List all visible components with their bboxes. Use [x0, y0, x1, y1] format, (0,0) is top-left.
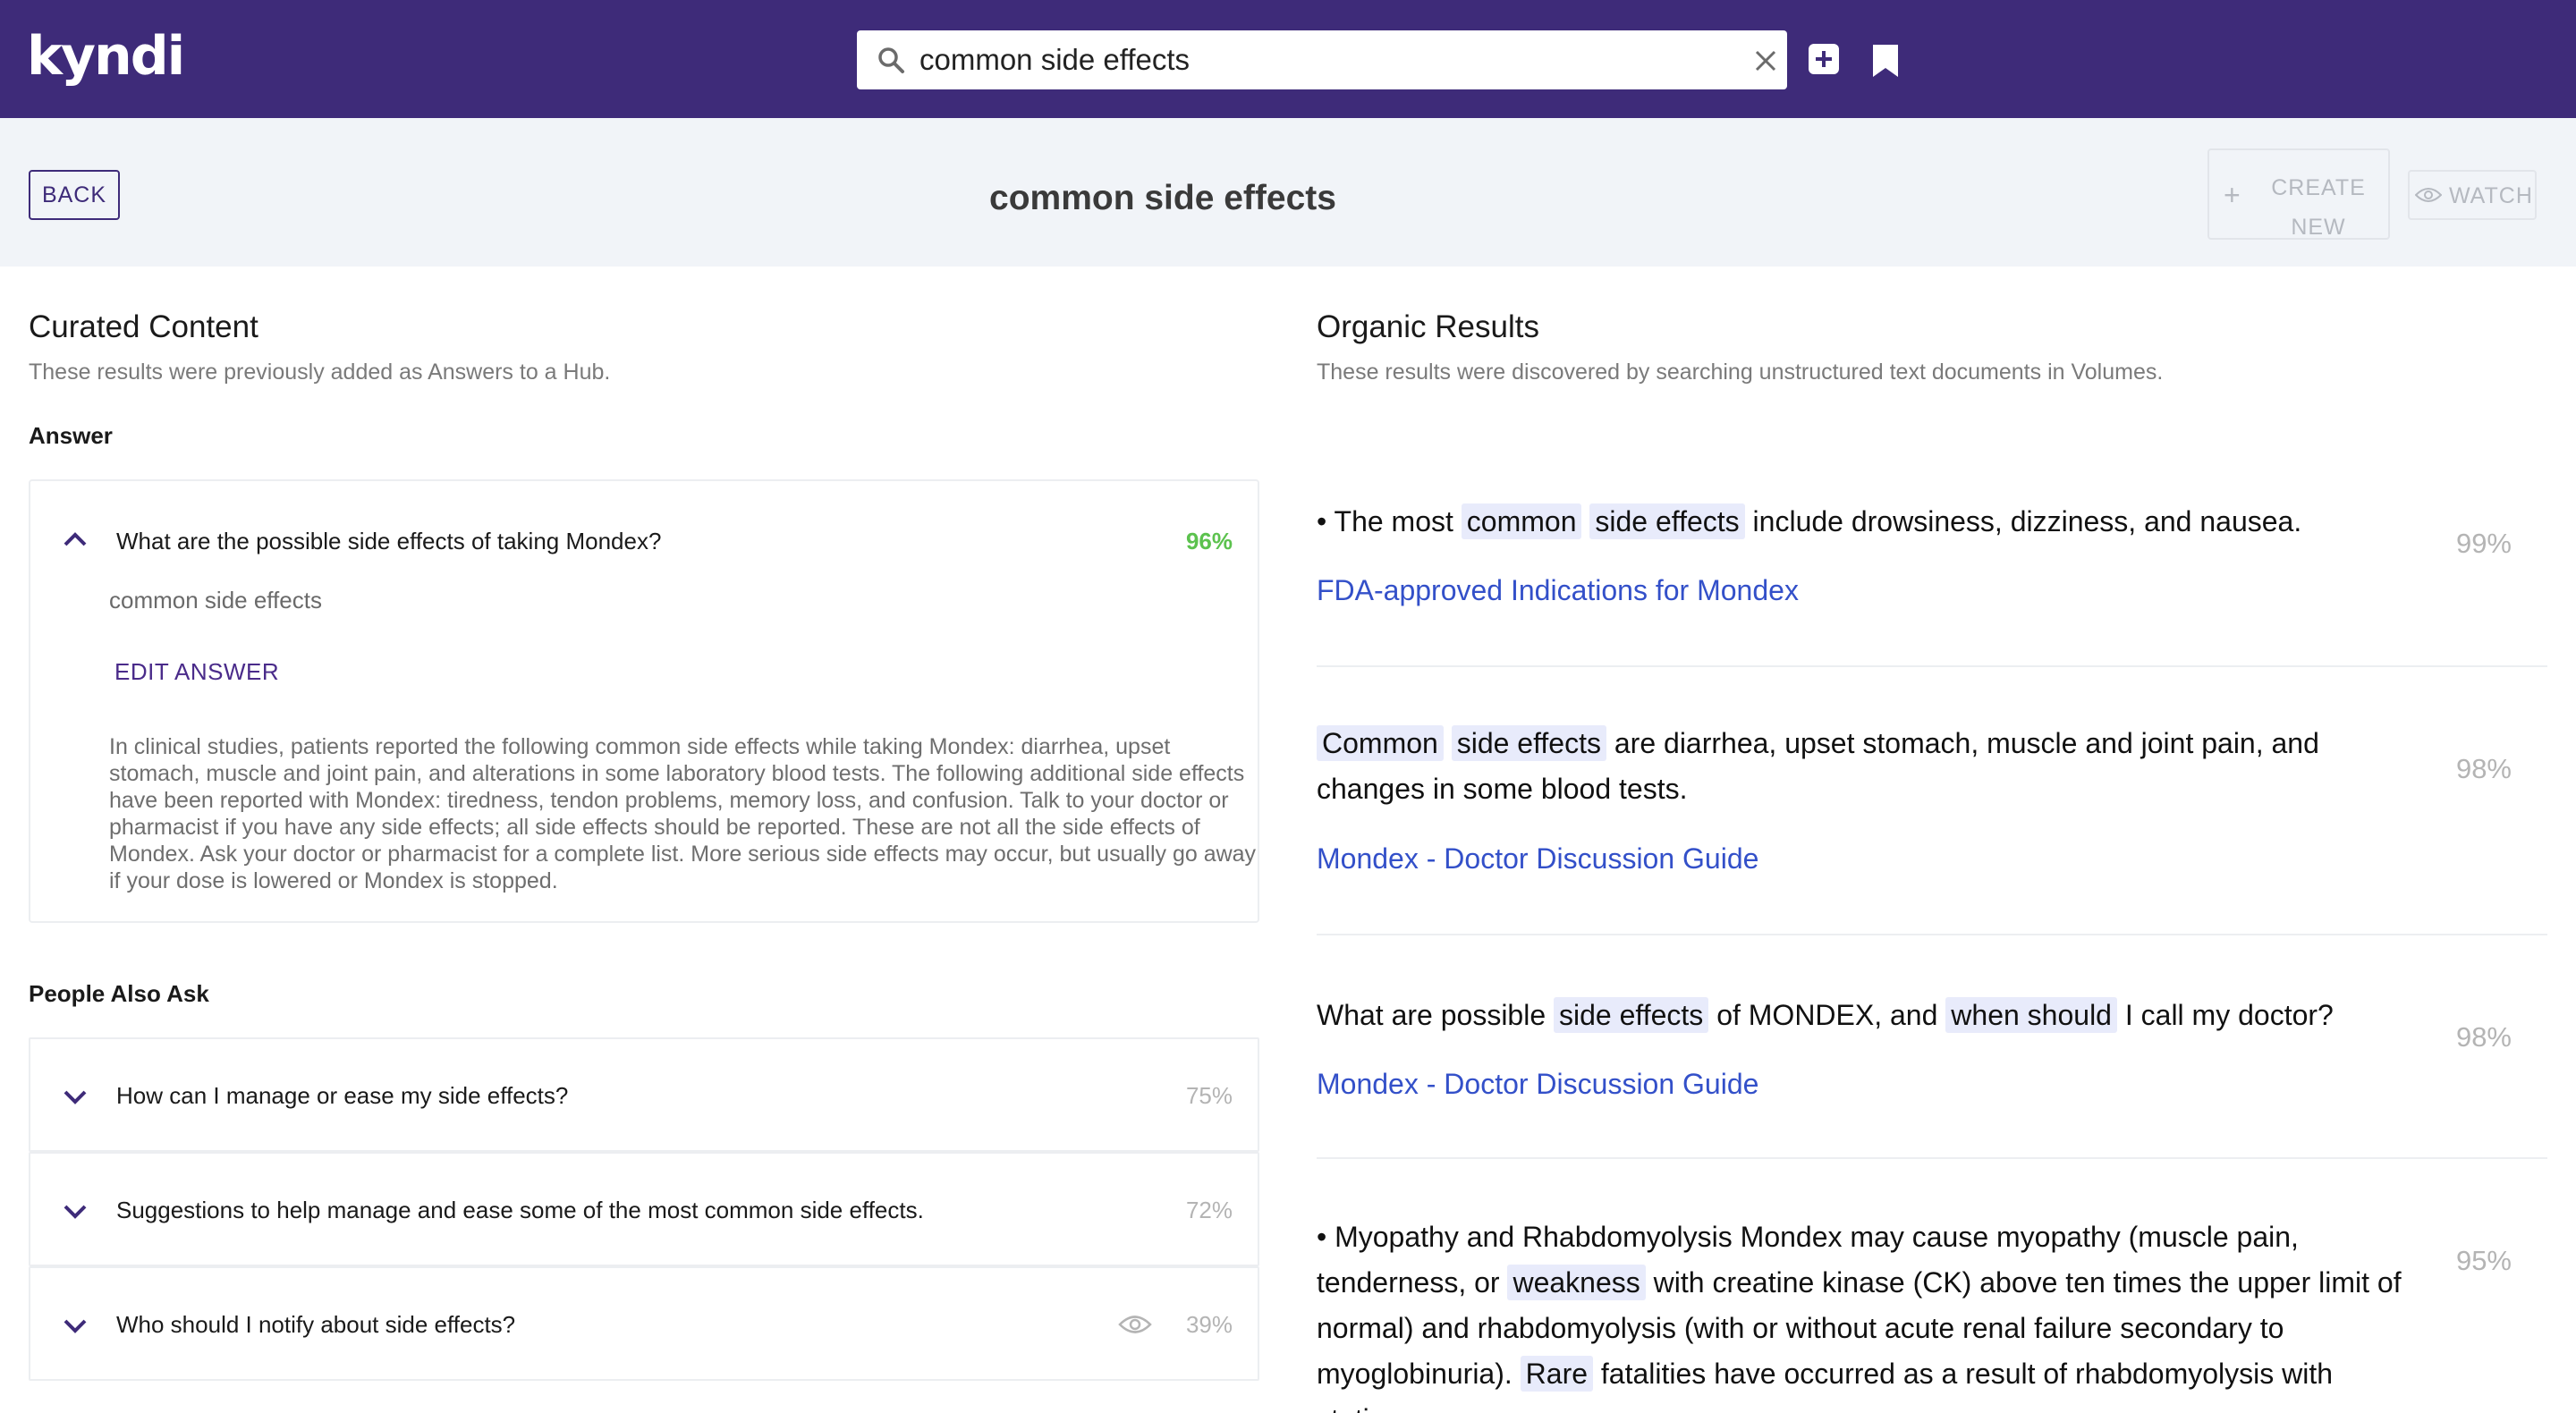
- create-new-label: CREATE NEW: [2271, 175, 2366, 240]
- chevron-down-icon[interactable]: [63, 1318, 88, 1334]
- highlighted-term: side effects: [1554, 997, 1709, 1033]
- highlighted-term: Rare: [1520, 1356, 1594, 1392]
- result-snippet: • Myopathy and Rhabdomyolysis Mondex may…: [1317, 1214, 2408, 1413]
- watch-label: WATCH: [2449, 183, 2533, 208]
- paa-item[interactable]: Who should I notify about side effects? …: [29, 1266, 1259, 1381]
- back-button[interactable]: BACK: [29, 170, 120, 220]
- curated-content-subtitle: These results were previously added as A…: [29, 360, 611, 385]
- snippet-text: include drowsiness, dizziness, and nause…: [1744, 505, 2302, 537]
- answer-question[interactable]: What are the possible side effects of ta…: [116, 528, 661, 555]
- watch-button[interactable]: WATCH: [2408, 170, 2537, 220]
- result-score: 98%: [2455, 753, 2512, 784]
- chevron-up-icon[interactable]: [63, 531, 88, 547]
- paa-item[interactable]: How can I manage or ease my side effects…: [29, 1037, 1259, 1152]
- edit-answer-button[interactable]: EDIT ANSWER: [114, 658, 279, 686]
- bookmark-icon[interactable]: [1871, 43, 1900, 79]
- snippet-text: What are possible: [1317, 999, 1555, 1031]
- page-title: common side effects: [989, 179, 1336, 217]
- paa-question: Who should I notify about side effects?: [116, 1311, 516, 1338]
- create-new-button[interactable]: + CREATE NEW: [2207, 148, 2390, 240]
- highlighted-term: when should: [1945, 997, 2117, 1033]
- organic-results-subtitle: These results were discovered by searchi…: [1317, 360, 2164, 385]
- result-snippet: • The most common side effects include d…: [1317, 499, 2444, 545]
- answer-section-label: Answer: [29, 422, 113, 449]
- answer-score: 96%: [1185, 528, 1233, 554]
- kyndi-logo[interactable]: kyndi: [27, 25, 185, 88]
- result-snippet: What are possible side effects of MONDEX…: [1317, 993, 2444, 1038]
- paa-score: 39%: [1185, 1311, 1233, 1338]
- paa-item[interactable]: Suggestions to help manage and ease some…: [29, 1152, 1259, 1266]
- highlighted-term: weakness: [1507, 1265, 1646, 1300]
- answer-tag: common side effects: [109, 587, 322, 613]
- paa-score: 75%: [1185, 1082, 1233, 1109]
- highlighted-term: common: [1461, 503, 1582, 539]
- paa-question: How can I manage or ease my side effects…: [116, 1082, 569, 1109]
- clear-icon[interactable]: [1753, 48, 1778, 73]
- curated-content-title: Curated Content: [29, 309, 258, 344]
- paa-question: Suggestions to help manage and ease some…: [116, 1197, 924, 1223]
- search-input[interactable]: [919, 38, 1689, 82]
- paa-score: 72%: [1185, 1197, 1233, 1223]
- snippet-text: I call my doctor?: [2116, 999, 2334, 1031]
- result-score: 98%: [2455, 1021, 2512, 1053]
- answer-card: What are the possible side effects of ta…: [29, 479, 1259, 923]
- plus-icon: +: [2224, 179, 2241, 211]
- query-toolbar: BACK common side effects + CREATE NEW WA…: [0, 118, 2576, 267]
- organic-result: • The most common side effects include d…: [1317, 483, 2547, 667]
- highlighted-term: Common: [1317, 725, 1444, 761]
- snippet-text: • The most: [1317, 505, 1462, 537]
- search-box: [857, 30, 1787, 89]
- organic-result: • Myopathy and Rhabdomyolysis Mondex may…: [1317, 1159, 2547, 1413]
- answer-body: In clinical studies, patients reported t…: [109, 734, 1257, 893]
- snippet-text: [1444, 727, 1452, 759]
- snippet-text: of MONDEX, and: [1708, 999, 1946, 1031]
- result-score: 95%: [2455, 1245, 2512, 1276]
- organic-results-title: Organic Results: [1317, 309, 1539, 344]
- chevron-down-icon[interactable]: [63, 1204, 88, 1220]
- result-score: 99%: [2455, 528, 2512, 559]
- highlighted-term: side effects: [1451, 725, 1606, 761]
- people-also-ask-label: People Also Ask: [29, 980, 209, 1007]
- result-source-link[interactable]: FDA-approved Indications for Mondex: [1317, 574, 1799, 607]
- eye-icon: [2415, 188, 2442, 202]
- plus-icon[interactable]: [1809, 44, 1839, 74]
- result-source-link[interactable]: Mondex - Doctor Discussion Guide: [1317, 842, 1758, 876]
- organic-result: Common side effects are diarrhea, upset …: [1317, 667, 2547, 935]
- highlighted-term: side effects: [1589, 503, 1745, 539]
- search-icon: [878, 47, 904, 73]
- result-source-link[interactable]: Mondex - Doctor Discussion Guide: [1317, 1068, 1758, 1101]
- top-navbar: kyndi: [0, 0, 2576, 118]
- organic-result: What are possible side effects of MONDEX…: [1317, 935, 2547, 1159]
- chevron-down-icon[interactable]: [63, 1089, 88, 1105]
- result-snippet: Common side effects are diarrhea, upset …: [1317, 721, 2426, 812]
